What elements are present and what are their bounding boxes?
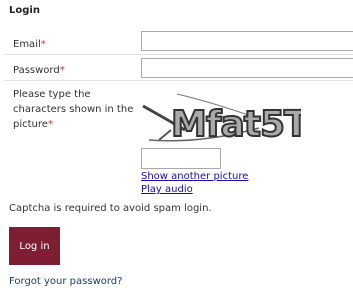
password-input[interactable] <box>141 58 353 78</box>
captcha-label-text: Please type the characters shown in the … <box>13 89 134 130</box>
forgot-password-link[interactable]: Forgot your password? <box>9 276 122 288</box>
email-input[interactable] <box>141 31 353 51</box>
email-row: Email* <box>4 30 353 55</box>
play-audio-link[interactable]: Play audio <box>141 184 193 196</box>
captcha-label: Please type the characters shown in the … <box>13 87 137 132</box>
captcha-row: Please type the characters shown in the … <box>4 82 353 198</box>
log-in-button[interactable]: Log in <box>9 227 60 265</box>
captcha-input[interactable] <box>141 148 221 169</box>
captcha-image: Mfat5T <box>142 93 301 146</box>
password-required-mark: * <box>59 65 65 76</box>
captcha-text: Mfat5T <box>171 104 301 145</box>
show-another-picture-link[interactable]: Show another picture <box>141 171 248 183</box>
captcha-required-mark: * <box>47 119 53 130</box>
email-label: Email* <box>13 37 46 52</box>
email-label-text: Email <box>13 39 41 50</box>
password-label: Password* <box>13 63 65 78</box>
captcha-note: Captcha is required to avoid spam login. <box>9 203 212 214</box>
email-required-mark: * <box>40 39 46 50</box>
password-label-text: Password <box>13 65 60 76</box>
password-row: Password* <box>4 56 353 81</box>
login-heading: Login <box>9 5 40 16</box>
